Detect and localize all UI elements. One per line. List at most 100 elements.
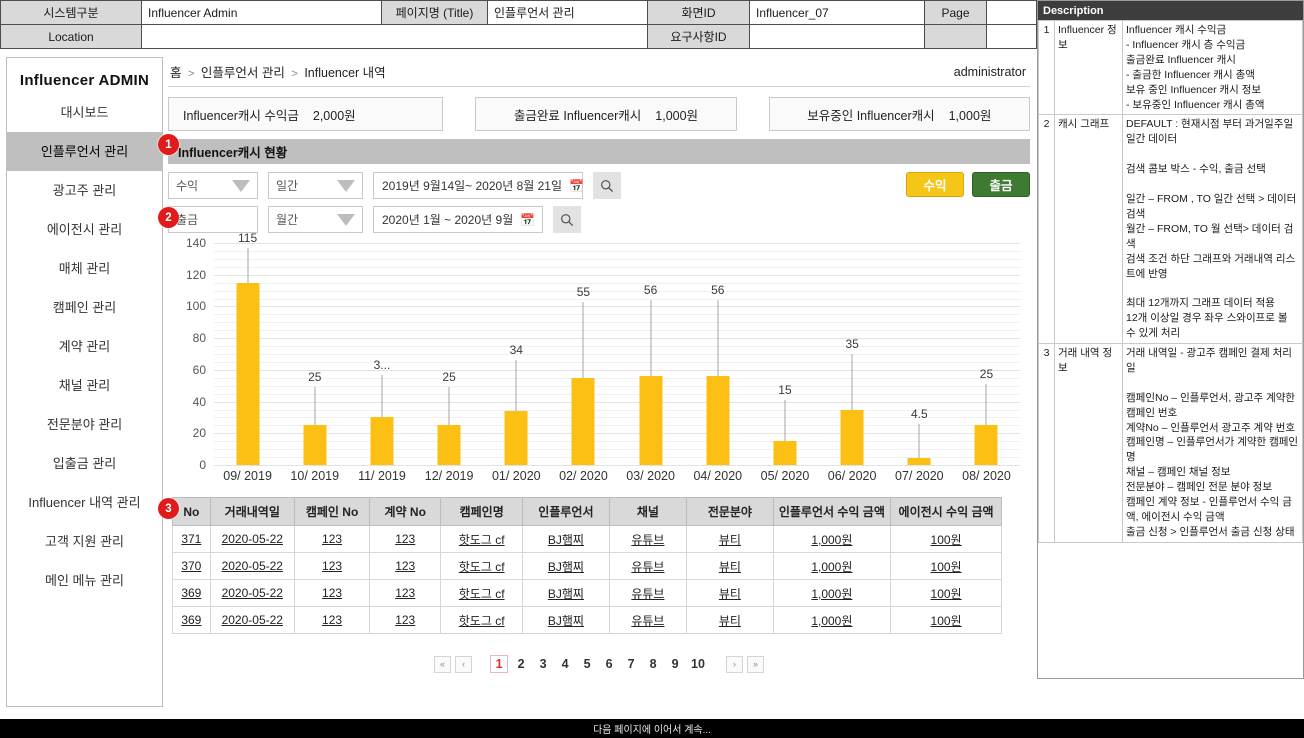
table-cell-link[interactable]: 핫도그 cf [459, 587, 505, 601]
table-cell-link[interactable]: 100원 [931, 560, 962, 574]
table-cell-link[interactable]: 371 [181, 532, 201, 546]
table-cell-link[interactable]: 123 [395, 559, 415, 573]
pagination-last-button[interactable]: » [746, 655, 764, 673]
pagination-page-10[interactable]: 10 [688, 655, 708, 673]
table-cell-link[interactable]: 123 [395, 613, 415, 627]
table-cell-link[interactable]: BJ햄찌 [548, 614, 584, 628]
table-cell-link[interactable]: 100원 [931, 533, 962, 547]
table-cell-link[interactable]: 2020-05-22 [222, 586, 283, 600]
table-cell-link[interactable]: 핫도그 cf [459, 560, 505, 574]
type-select-row1[interactable]: 수익 [168, 172, 258, 199]
table-cell-link[interactable]: 123 [395, 586, 415, 600]
pagination-page-5[interactable]: 5 [578, 655, 596, 673]
chart-bar-column-7[interactable]: 56 [684, 243, 751, 465]
sidebar-item-5[interactable]: 캠페인 관리 [7, 288, 162, 327]
chart-bar-column-6[interactable]: 56 [617, 243, 684, 465]
table-cell-link[interactable]: 369 [181, 586, 201, 600]
chart-bar[interactable] [907, 457, 931, 465]
sidebar-item-11[interactable]: 고객 지원 관리 [7, 522, 162, 561]
pagination-page-6[interactable]: 6 [600, 655, 618, 673]
pagination-page-3[interactable]: 3 [534, 655, 552, 673]
chart-bar[interactable] [773, 441, 797, 465]
table-cell-link[interactable]: 유튜브 [631, 614, 664, 628]
pagination-page-8[interactable]: 8 [644, 655, 662, 673]
table-cell-link[interactable]: 123 [322, 532, 342, 546]
chart-bar-column-5[interactable]: 55 [550, 243, 617, 465]
table-cell-link[interactable]: 뷰티 [719, 614, 741, 628]
table-cell-link[interactable]: 100원 [931, 614, 962, 628]
pagination-first-button[interactable]: « [434, 655, 452, 673]
chart-bar[interactable] [236, 282, 260, 465]
table-cell-link[interactable]: 1,000원 [811, 533, 852, 547]
chart-bar[interactable] [639, 376, 663, 465]
chart-bar[interactable] [303, 425, 327, 465]
table-cell-link[interactable]: 123 [395, 532, 415, 546]
card-cash-earnings[interactable]: Influencer캐시 수익금 2,000원 [168, 97, 444, 131]
chart-bar-column-11[interactable]: 25 [953, 243, 1020, 465]
chart-bar-column-0[interactable]: 115 [214, 231, 281, 465]
chart-bar-column-1[interactable]: 25 [281, 243, 348, 465]
chart-bar[interactable] [974, 425, 998, 465]
pagination-page-4[interactable]: 4 [556, 655, 574, 673]
sidebar-item-4[interactable]: 매체 관리 [7, 249, 162, 288]
chart-bar-column-3[interactable]: 25 [416, 243, 483, 465]
calendar-icon[interactable]: 📅 [569, 180, 584, 192]
table-row[interactable]: 370 2020-05-22 123 123 핫도그 cf BJ햄찌 유튜브 뷰티 1,000원… [172, 552, 1002, 580]
table-cell-link[interactable]: 123 [322, 586, 342, 600]
chart-bar[interactable] [571, 377, 595, 465]
breadcrumb-level2[interactable]: 인플루언서 관리 [201, 66, 285, 80]
table-cell-link[interactable]: 2020-05-22 [222, 613, 283, 627]
table-row[interactable]: 369 2020-05-22 123 123 핫도그 cf BJ햄찌 유튜브 뷰티 1,000원… [172, 606, 1002, 634]
chart-bar[interactable] [840, 409, 864, 465]
gain-button[interactable]: 수익 [906, 172, 964, 197]
table-cell-link[interactable]: 1,000원 [811, 587, 852, 601]
pagination-page-2[interactable]: 2 [512, 655, 530, 673]
sidebar-item-1[interactable]: 인플루언서 관리 [7, 132, 162, 171]
search-button-row1[interactable] [593, 172, 621, 199]
pagination-next-button[interactable]: › [725, 655, 743, 673]
period-select-row2[interactable]: 월간 [268, 206, 363, 233]
table-cell-link[interactable]: 370 [181, 559, 201, 573]
sidebar-item-3[interactable]: 에이전시 관리 [7, 210, 162, 249]
date-range-row1[interactable]: 2019년 9월14일~ 2020년 8월 21일 📅 [373, 172, 584, 199]
breadcrumb-home[interactable]: 홈 [170, 66, 182, 80]
sidebar-item-9[interactable]: 입출금 관리 [7, 444, 162, 483]
card-withdrawn-cash[interactable]: 출금완료 Influencer캐시 1,000원 [475, 97, 737, 131]
chart-bar[interactable] [706, 376, 730, 465]
sidebar-item-10[interactable]: Influencer 내역 관리 [7, 483, 162, 522]
table-cell-link[interactable]: 1,000원 [811, 560, 852, 574]
chart-bar-column-4[interactable]: 34 [483, 243, 550, 465]
table-cell-link[interactable]: 1,000원 [811, 614, 852, 628]
chart-bar-column-2[interactable]: 3... [348, 243, 415, 465]
pagination-page-7[interactable]: 7 [622, 655, 640, 673]
table-cell-link[interactable]: 123 [322, 613, 342, 627]
pagination-page-1[interactable]: 1 [490, 655, 509, 673]
pagination-page-9[interactable]: 9 [666, 655, 684, 673]
chart-bar[interactable] [370, 417, 394, 465]
chart-bar-column-10[interactable]: 4.5 [886, 243, 953, 465]
sidebar-item-12[interactable]: 메인 메뉴 관리 [7, 561, 162, 600]
table-cell-link[interactable]: 핫도그 cf [459, 614, 505, 628]
chart-bar[interactable] [504, 411, 528, 465]
sidebar-item-6[interactable]: 계약 관리 [7, 327, 162, 366]
table-row[interactable]: 371 2020-05-22 123 123 핫도그 cf BJ햄찌 유튜브 뷰티 1,000원… [172, 525, 1002, 553]
withdraw-button[interactable]: 출금 [972, 172, 1030, 197]
card-held-cash[interactable]: 보유중인 Influencer캐시 1,000원 [768, 97, 1030, 131]
table-cell-link[interactable]: 유튜브 [631, 587, 664, 601]
sidebar-item-2[interactable]: 광고주 관리 [7, 171, 162, 210]
sidebar-item-0[interactable]: 대시보드 [7, 93, 162, 132]
chart-bar[interactable] [437, 425, 461, 465]
table-cell-link[interactable]: 2020-05-22 [222, 532, 283, 546]
calendar-icon[interactable]: 📅 [520, 214, 535, 226]
admin-user-label[interactable]: administrator [954, 65, 1026, 79]
breadcrumb-level3[interactable]: Influencer 내역 [304, 66, 385, 80]
table-cell-link[interactable]: BJ햄찌 [548, 587, 584, 601]
table-cell-link[interactable]: 핫도그 cf [459, 533, 505, 547]
table-cell-link[interactable]: 뷰티 [719, 560, 741, 574]
type-select-row2[interactable]: 출금 [168, 206, 258, 233]
table-cell-link[interactable]: 뷰티 [719, 533, 741, 547]
sidebar-item-8[interactable]: 전문분야 관리 [7, 405, 162, 444]
table-row[interactable]: 369 2020-05-22 123 123 핫도그 cf BJ햄찌 유튜브 뷰티 1,000원… [172, 579, 1002, 607]
table-cell-link[interactable]: 뷰티 [719, 587, 741, 601]
period-select-row1[interactable]: 일간 [268, 172, 363, 199]
